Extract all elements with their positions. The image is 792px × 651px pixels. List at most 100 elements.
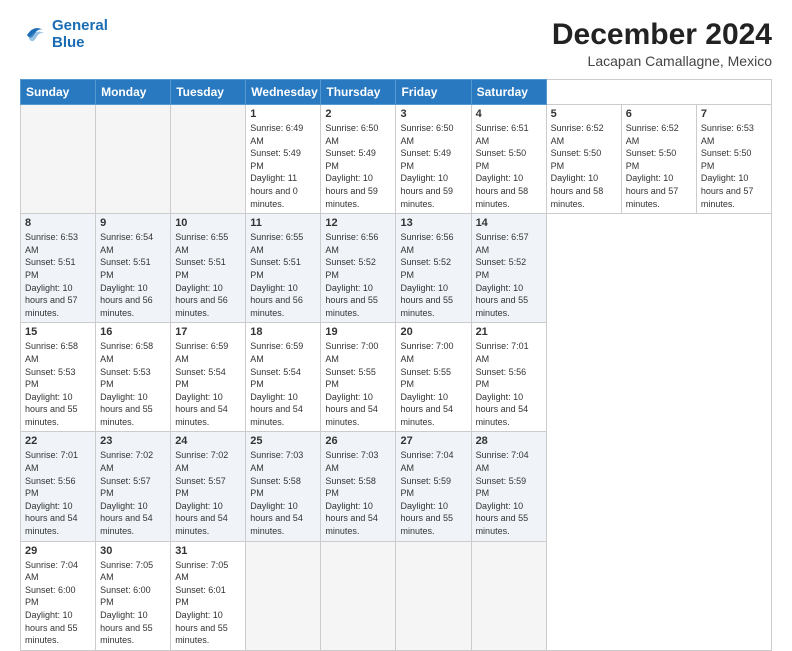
- calendar-cell: 5 Sunrise: 6:52 AMSunset: 5:50 PMDayligh…: [546, 105, 621, 214]
- logo-line1: General: [52, 17, 108, 34]
- day-info: Sunrise: 7:02 AMSunset: 5:57 PMDaylight:…: [100, 449, 166, 537]
- calendar-week-row: 22 Sunrise: 7:01 AMSunset: 5:56 PMDaylig…: [21, 432, 772, 541]
- day-number: 14: [476, 217, 542, 229]
- calendar-cell: 16 Sunrise: 6:58 AMSunset: 5:53 PMDaylig…: [96, 323, 171, 432]
- day-info: Sunrise: 6:58 AMSunset: 5:53 PMDaylight:…: [25, 340, 91, 428]
- day-info: Sunrise: 7:05 AMSunset: 6:01 PMDaylight:…: [175, 559, 241, 647]
- day-info: Sunrise: 7:05 AMSunset: 6:00 PMDaylight:…: [100, 559, 166, 647]
- day-info: Sunrise: 7:01 AMSunset: 5:56 PMDaylight:…: [25, 449, 91, 537]
- calendar-cell: 14 Sunrise: 6:57 AMSunset: 5:52 PMDaylig…: [471, 214, 546, 323]
- day-number: 1: [250, 108, 316, 120]
- calendar-header-thursday: Thursday: [321, 80, 396, 105]
- day-info: Sunrise: 7:00 AMSunset: 5:55 PMDaylight:…: [325, 340, 391, 428]
- day-info: Sunrise: 6:50 AMSunset: 5:49 PMDaylight:…: [325, 122, 391, 210]
- calendar-cell: 18 Sunrise: 6:59 AMSunset: 5:54 PMDaylig…: [246, 323, 321, 432]
- day-info: Sunrise: 6:52 AMSunset: 5:50 PMDaylight:…: [551, 122, 617, 210]
- day-number: 27: [400, 435, 466, 447]
- day-number: 18: [250, 326, 316, 338]
- calendar-cell: 7 Sunrise: 6:53 AMSunset: 5:50 PMDayligh…: [696, 105, 771, 214]
- calendar-cell: [96, 105, 171, 214]
- month-title: December 2024: [552, 18, 772, 51]
- day-number: 4: [476, 108, 542, 120]
- calendar-header-tuesday: Tuesday: [171, 80, 246, 105]
- calendar-cell: 12 Sunrise: 6:56 AMSunset: 5:52 PMDaylig…: [321, 214, 396, 323]
- day-number: 24: [175, 435, 241, 447]
- location: Lacapan Camallagne, Mexico: [552, 53, 772, 69]
- calendar-cell: 23 Sunrise: 7:02 AMSunset: 5:57 PMDaylig…: [96, 432, 171, 541]
- day-info: Sunrise: 6:54 AMSunset: 5:51 PMDaylight:…: [100, 231, 166, 319]
- day-number: 25: [250, 435, 316, 447]
- calendar-cell: 11 Sunrise: 6:55 AMSunset: 5:51 PMDaylig…: [246, 214, 321, 323]
- day-number: 23: [100, 435, 166, 447]
- calendar-cell: [171, 105, 246, 214]
- calendar-cell: 28 Sunrise: 7:04 AMSunset: 5:59 PMDaylig…: [471, 432, 546, 541]
- day-number: 3: [400, 108, 466, 120]
- logo-icon: [20, 21, 48, 49]
- calendar-cell: 21 Sunrise: 7:01 AMSunset: 5:56 PMDaylig…: [471, 323, 546, 432]
- day-info: Sunrise: 7:04 AMSunset: 5:59 PMDaylight:…: [476, 449, 542, 537]
- day-info: Sunrise: 7:04 AMSunset: 6:00 PMDaylight:…: [25, 559, 91, 647]
- day-info: Sunrise: 6:56 AMSunset: 5:52 PMDaylight:…: [400, 231, 466, 319]
- title-block: December 2024 Lacapan Camallagne, Mexico: [552, 18, 772, 69]
- day-info: Sunrise: 7:03 AMSunset: 5:58 PMDaylight:…: [325, 449, 391, 537]
- day-number: 19: [325, 326, 391, 338]
- calendar-cell: 26 Sunrise: 7:03 AMSunset: 5:58 PMDaylig…: [321, 432, 396, 541]
- calendar-cell: 19 Sunrise: 7:00 AMSunset: 5:55 PMDaylig…: [321, 323, 396, 432]
- calendar-cell: 29 Sunrise: 7:04 AMSunset: 6:00 PMDaylig…: [21, 541, 96, 650]
- day-number: 2: [325, 108, 391, 120]
- day-number: 28: [476, 435, 542, 447]
- calendar-cell: [321, 541, 396, 650]
- day-info: Sunrise: 7:01 AMSunset: 5:56 PMDaylight:…: [476, 340, 542, 428]
- calendar-header-saturday: Saturday: [471, 80, 546, 105]
- calendar-cell: 3 Sunrise: 6:50 AMSunset: 5:49 PMDayligh…: [396, 105, 471, 214]
- day-number: 12: [325, 217, 391, 229]
- calendar-week-row: 1 Sunrise: 6:49 AMSunset: 5:49 PMDayligh…: [21, 105, 772, 214]
- day-number: 8: [25, 217, 91, 229]
- calendar-cell: [471, 541, 546, 650]
- page: General Blue December 2024 Lacapan Camal…: [0, 0, 792, 612]
- calendar-cell: 22 Sunrise: 7:01 AMSunset: 5:56 PMDaylig…: [21, 432, 96, 541]
- day-number: 31: [175, 545, 241, 557]
- day-info: Sunrise: 6:53 AMSunset: 5:51 PMDaylight:…: [25, 231, 91, 319]
- day-number: 30: [100, 545, 166, 557]
- day-number: 11: [250, 217, 316, 229]
- day-number: 5: [551, 108, 617, 120]
- calendar-header-row: SundayMondayTuesdayWednesdayThursdayFrid…: [21, 80, 772, 105]
- day-number: 9: [100, 217, 166, 229]
- day-number: 13: [400, 217, 466, 229]
- calendar-cell: [246, 541, 321, 650]
- calendar-header-friday: Friday: [396, 80, 471, 105]
- day-info: Sunrise: 6:59 AMSunset: 5:54 PMDaylight:…: [175, 340, 241, 428]
- calendar-cell: 30 Sunrise: 7:05 AMSunset: 6:00 PMDaylig…: [96, 541, 171, 650]
- calendar-cell: 27 Sunrise: 7:04 AMSunset: 5:59 PMDaylig…: [396, 432, 471, 541]
- day-info: Sunrise: 7:00 AMSunset: 5:55 PMDaylight:…: [400, 340, 466, 428]
- header: General Blue December 2024 Lacapan Camal…: [20, 18, 772, 69]
- calendar-cell: 24 Sunrise: 7:02 AMSunset: 5:57 PMDaylig…: [171, 432, 246, 541]
- day-number: 21: [476, 326, 542, 338]
- day-info: Sunrise: 7:02 AMSunset: 5:57 PMDaylight:…: [175, 449, 241, 537]
- calendar-cell: 6 Sunrise: 6:52 AMSunset: 5:50 PMDayligh…: [621, 105, 696, 214]
- day-number: 7: [701, 108, 767, 120]
- calendar-cell: 2 Sunrise: 6:50 AMSunset: 5:49 PMDayligh…: [321, 105, 396, 214]
- calendar-cell: 31 Sunrise: 7:05 AMSunset: 6:01 PMDaylig…: [171, 541, 246, 650]
- calendar-cell: 8 Sunrise: 6:53 AMSunset: 5:51 PMDayligh…: [21, 214, 96, 323]
- calendar-cell: 9 Sunrise: 6:54 AMSunset: 5:51 PMDayligh…: [96, 214, 171, 323]
- day-info: Sunrise: 6:55 AMSunset: 5:51 PMDaylight:…: [175, 231, 241, 319]
- day-number: 20: [400, 326, 466, 338]
- day-info: Sunrise: 6:51 AMSunset: 5:50 PMDaylight:…: [476, 122, 542, 210]
- calendar-cell: 20 Sunrise: 7:00 AMSunset: 5:55 PMDaylig…: [396, 323, 471, 432]
- day-number: 15: [25, 326, 91, 338]
- day-number: 26: [325, 435, 391, 447]
- calendar-cell: 25 Sunrise: 7:03 AMSunset: 5:58 PMDaylig…: [246, 432, 321, 541]
- logo: General Blue: [20, 18, 108, 51]
- calendar-cell: 1 Sunrise: 6:49 AMSunset: 5:49 PMDayligh…: [246, 105, 321, 214]
- calendar-table: SundayMondayTuesdayWednesdayThursdayFrid…: [20, 79, 772, 651]
- day-number: 16: [100, 326, 166, 338]
- day-info: Sunrise: 6:58 AMSunset: 5:53 PMDaylight:…: [100, 340, 166, 428]
- day-number: 29: [25, 545, 91, 557]
- calendar-header-monday: Monday: [96, 80, 171, 105]
- day-number: 10: [175, 217, 241, 229]
- logo-text: General Blue: [52, 18, 108, 51]
- day-number: 17: [175, 326, 241, 338]
- day-info: Sunrise: 7:03 AMSunset: 5:58 PMDaylight:…: [250, 449, 316, 537]
